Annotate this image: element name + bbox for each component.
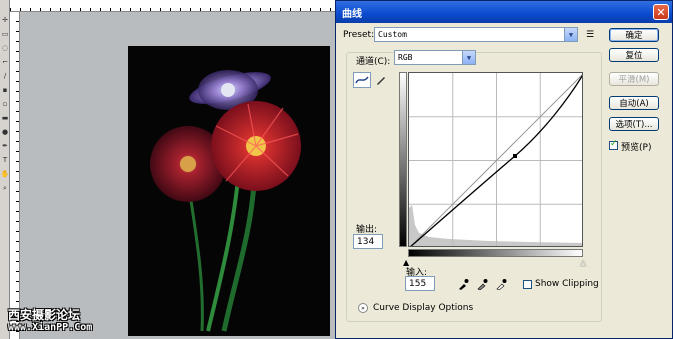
move-tool-icon[interactable]: ✛	[1, 16, 9, 24]
preview-checkbox[interactable]	[609, 139, 618, 150]
preset-label: Preset:	[343, 30, 375, 40]
horizontal-ruler	[10, 0, 335, 12]
channel-select[interactable]: RGB ▼	[394, 50, 476, 65]
input-gradient-bar	[408, 249, 583, 257]
tool-panel: ✛ ▭ ◌ ⌐ / ▪ ▫ ▬ ● ✒ T ✋ ⌕	[0, 0, 10, 339]
gray-eyedropper-icon[interactable]	[476, 278, 488, 290]
dialog-titlebar[interactable]: 曲线 ✕	[336, 1, 672, 23]
auto-button[interactable]: 自动(A)	[609, 96, 659, 110]
preset-options-icon[interactable]: ☰	[584, 29, 596, 41]
pencil-tool[interactable]	[372, 72, 390, 88]
zoom-tool-icon[interactable]: ⌕	[1, 184, 9, 192]
channel-label: 通道(C):	[356, 57, 391, 67]
show-clipping-checkbox[interactable]	[523, 280, 532, 289]
chevron-down-icon[interactable]: ▼	[564, 28, 577, 41]
white-eyedropper-icon[interactable]	[495, 278, 507, 290]
white-slider-handle[interactable]: △	[580, 258, 586, 267]
preset-value: Custom	[378, 30, 407, 39]
flower-image	[150, 70, 301, 332]
lasso-tool-icon[interactable]: ◌	[1, 44, 9, 52]
options-button[interactable]: 选项(T)...	[609, 117, 659, 131]
stamp-tool-icon[interactable]: ▪	[1, 86, 9, 94]
screen: ✛ ▭ ◌ ⌐ / ▪ ▫ ▬ ● ✒ T ✋ ⌕ 西安摄影论坛 www.Xia…	[0, 0, 673, 339]
curve-svg	[409, 73, 582, 246]
output-gradient-bar	[399, 72, 407, 247]
chevron-down-icon[interactable]: ▼	[462, 51, 475, 64]
gradient-tool-icon[interactable]: ▬	[1, 114, 9, 122]
brush-tool-icon[interactable]: /	[1, 72, 9, 80]
close-icon[interactable]: ✕	[653, 4, 669, 20]
reset-button[interactable]: 复位	[609, 48, 659, 62]
channel-value: RGB	[398, 53, 413, 62]
hand-tool-icon[interactable]: ✋	[1, 170, 10, 178]
crop-tool-icon[interactable]: ⌐	[1, 58, 9, 66]
pen-tool-icon[interactable]: ✒	[1, 142, 9, 150]
output-field[interactable]: 134	[353, 234, 383, 249]
pencil-icon	[377, 77, 385, 85]
curve-display-options-label[interactable]: Curve Display Options	[373, 303, 473, 313]
dodge-tool-icon[interactable]: ●	[1, 128, 9, 136]
black-eyedropper-icon[interactable]	[457, 278, 469, 290]
preview-label: 预览(P)	[621, 143, 652, 153]
curve-control-point[interactable]	[513, 154, 517, 158]
vertical-ruler	[10, 12, 20, 339]
smooth-button[interactable]: 平滑(M)	[609, 72, 659, 86]
marquee-tool-icon[interactable]: ▭	[1, 30, 9, 38]
watermark-url: www.XianPP.Com	[8, 322, 93, 333]
curve-point-tool[interactable]	[353, 72, 371, 88]
eraser-tool-icon[interactable]: ▫	[1, 100, 9, 108]
dialog-title: 曲线	[342, 8, 362, 20]
curve-grid	[409, 73, 582, 246]
preset-select[interactable]: Custom ▼	[374, 27, 578, 42]
ok-button[interactable]: 确定	[609, 28, 659, 42]
show-clipping-label: Show Clipping	[535, 279, 599, 289]
watermark-title: 西安摄影论坛	[8, 308, 81, 322]
curve-point-icon	[355, 76, 369, 84]
type-tool-icon[interactable]: T	[1, 156, 9, 164]
curve-graph[interactable]	[408, 72, 583, 247]
input-field[interactable]: 155	[405, 276, 435, 291]
document-photo	[128, 46, 330, 336]
expand-chevron-icon[interactable]: »	[358, 303, 368, 313]
